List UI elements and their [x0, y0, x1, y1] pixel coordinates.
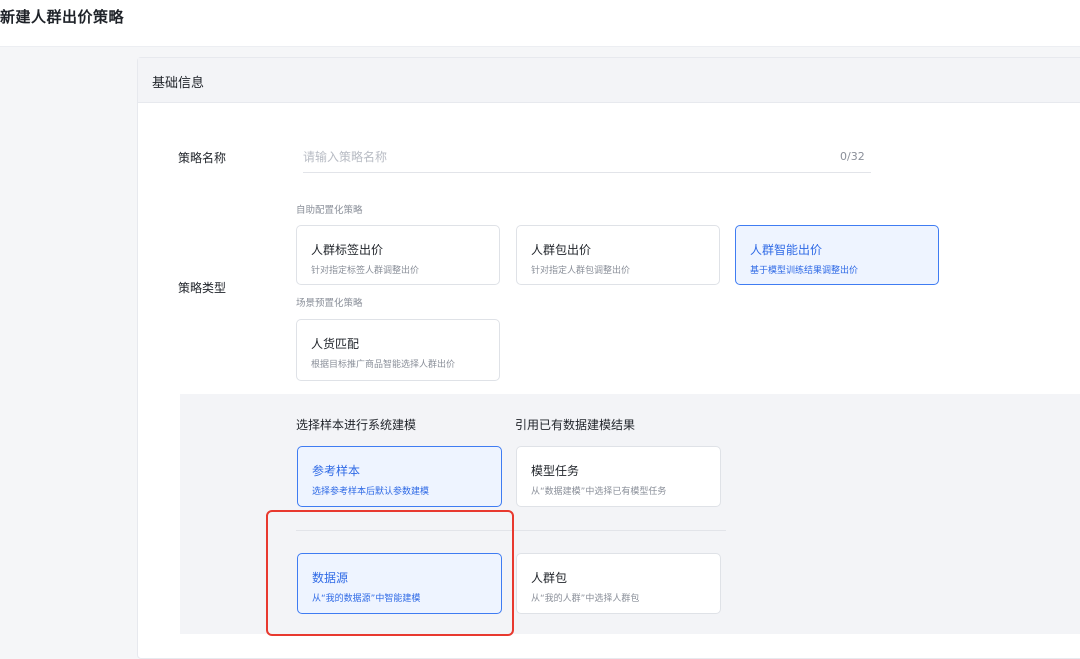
option-title: 模型任务: [531, 464, 580, 478]
modeling-left-label: 选择样本进行系统建模: [296, 418, 417, 432]
option-desc: 从“我的数据源”中智能建模: [312, 594, 421, 604]
group-label-self-config: 自助配置化策略: [296, 205, 363, 216]
strategy-name-label: 策略名称: [178, 151, 227, 165]
option-reference-sample[interactable]: 参考样本 选择参考样本后默认参数建模: [297, 446, 502, 507]
basic-info-panel: 基础信息 策略名称 0/32 策略类型 自助配置化策略 人群标签出价 针对指定标…: [137, 57, 1080, 659]
option-title: 人群智能出价: [750, 243, 823, 257]
option-crowd-pack-bid[interactable]: 人群包出价 针对指定人群包调整出价: [516, 225, 720, 285]
option-desc: 基于模型训练结果调整出价: [750, 266, 859, 276]
option-desc: 从“数据建模”中选择已有模型任务: [531, 487, 667, 497]
option-model-task[interactable]: 模型任务 从“数据建模”中选择已有模型任务: [516, 446, 721, 507]
modeling-right-label: 引用已有数据建模结果: [515, 418, 636, 432]
section-header: 基础信息: [138, 58, 1080, 103]
option-desc: 针对指定人群包调整出价: [531, 266, 631, 276]
option-data-source[interactable]: 数据源 从“我的数据源”中智能建模: [297, 553, 502, 614]
option-title: 人群标签出价: [311, 243, 384, 257]
option-desc: 针对指定标签人群调整出价: [311, 266, 420, 276]
option-desc: 从“我的人群”中选择人群包: [531, 594, 640, 604]
option-title: 人货匹配: [311, 337, 360, 351]
option-desc: 选择参考样本后默认参数建模: [312, 487, 430, 497]
char-counter: 0/32: [840, 150, 865, 163]
strategy-type-label: 策略类型: [178, 281, 227, 295]
option-crowd-pack[interactable]: 人群包 从“我的人群”中选择人群包: [516, 553, 721, 614]
option-title: 参考样本: [312, 464, 361, 478]
option-crowd-smart-bid[interactable]: 人群智能出价 基于模型训练结果调整出价: [735, 225, 939, 285]
option-title: 人群包: [531, 571, 568, 585]
section-title: 基础信息: [152, 76, 205, 91]
option-title: 人群包出价: [531, 243, 592, 257]
strategy-name-input[interactable]: [303, 142, 871, 173]
option-desc: 根据目标推广商品智能选择人群出价: [311, 360, 456, 370]
top-bar: 新建人群出价策略: [0, 0, 1080, 47]
group-label-scene-preset: 场景预置化策略: [296, 298, 363, 309]
option-crowd-tag-bid[interactable]: 人群标签出价 针对指定标签人群调整出价: [296, 225, 500, 285]
modeling-divider: [296, 530, 726, 531]
option-title: 数据源: [312, 571, 349, 585]
option-product-crowd-match[interactable]: 人货匹配 根据目标推广商品智能选择人群出价: [296, 319, 500, 381]
page-title: 新建人群出价策略: [0, 8, 125, 26]
